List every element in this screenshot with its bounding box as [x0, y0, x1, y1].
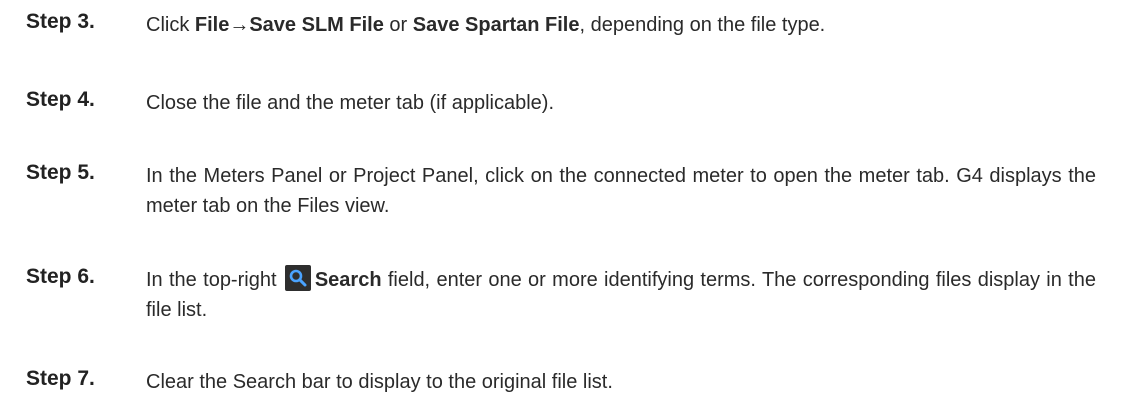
step-5-label: Step 5. — [26, 161, 95, 184]
step-6-text: In the top-right Search field, enter one… — [146, 265, 1096, 325]
menu-arrow: → — [229, 14, 250, 36]
step-7-text: Clear the Search bar to display to the o… — [146, 371, 613, 393]
step-6-pre: In the top-right — [146, 269, 283, 291]
step-3-post: , depending on the file type. — [579, 14, 826, 36]
step-6-label: Step 6. — [26, 265, 95, 288]
search-icon — [284, 265, 311, 291]
step-3-text: Click File→Save SLM File or Save Spartan… — [146, 10, 1096, 40]
step-3-pre: Click — [146, 14, 195, 36]
step-4-label: Step 4. — [26, 88, 95, 111]
step-3-label: Step 3. — [26, 10, 95, 33]
search-field-label: Search — [314, 269, 382, 291]
menu-save-slm-file: Save SLM File — [249, 14, 384, 36]
menu-file: File — [194, 14, 230, 36]
menu-save-spartan-file: Save Spartan File — [412, 14, 580, 36]
step-4-text: Close the file and the meter tab (if app… — [146, 92, 554, 114]
step-5-text: In the Meters Panel or Project Panel, cl… — [146, 165, 1096, 217]
step-7-label: Step 7. — [26, 367, 95, 390]
step-3-mid: or — [383, 14, 413, 36]
